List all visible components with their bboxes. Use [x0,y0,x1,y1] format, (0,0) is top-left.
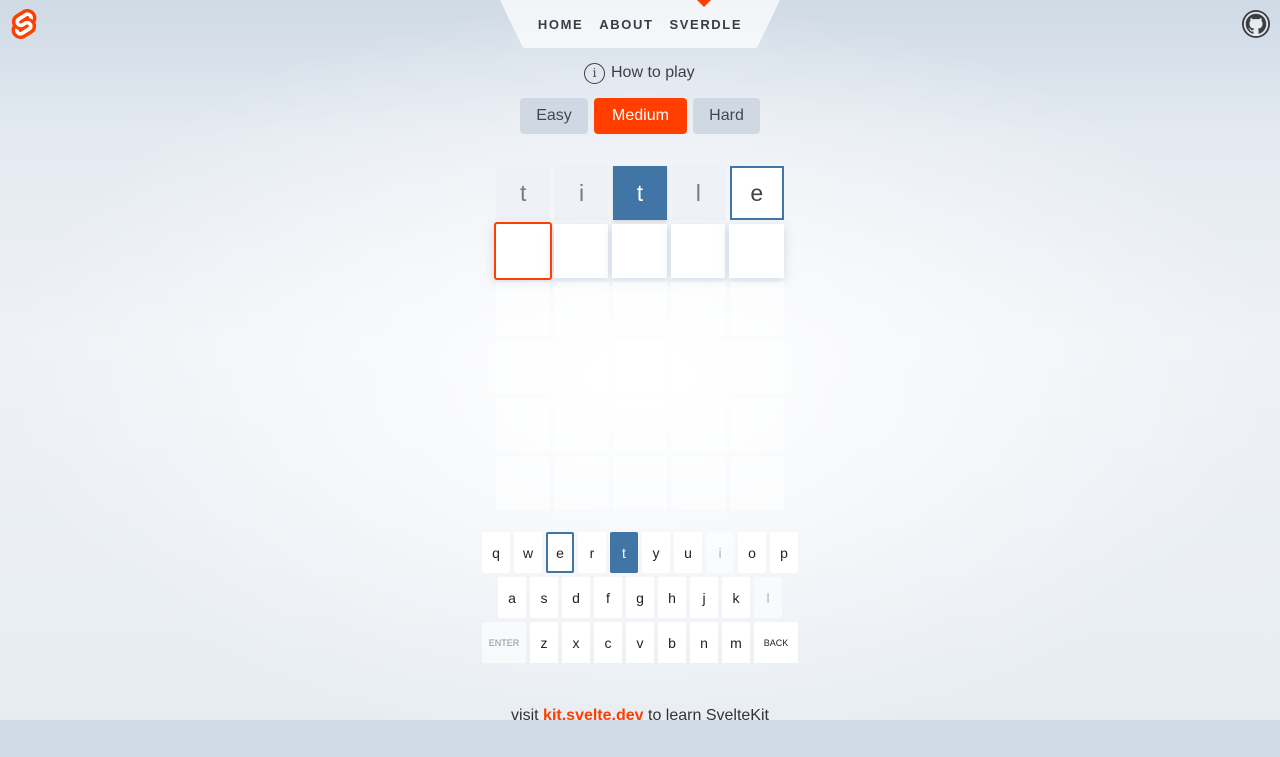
enter-key[interactable]: enter [482,622,526,663]
board-cell [496,282,551,336]
key-y[interactable]: y [642,532,670,573]
board-row-empty [496,456,784,510]
key-v[interactable]: v [626,622,654,663]
svelte-logo-icon[interactable] [10,9,38,39]
board-cell-selected[interactable] [494,222,552,280]
board-cell [612,282,668,336]
board-cell [729,398,784,452]
board-cell [612,456,668,510]
board-cell[interactable] [612,224,667,278]
key-n[interactable]: n [690,622,718,663]
key-b[interactable]: b [658,622,686,663]
key-s[interactable]: s [530,577,558,618]
nav-sverdle[interactable]: Sverdle [670,17,743,32]
sveltekit-link[interactable]: kit.svelte.dev [543,707,644,724]
board-cell [729,340,784,394]
key-z[interactable]: z [530,622,558,663]
key-x[interactable]: x [562,622,590,663]
board-cell [554,398,609,452]
board-cell [612,398,668,452]
key-k[interactable]: k [722,577,750,618]
keyboard-row-3: enter z x c v b n m back [0,622,1280,663]
key-a[interactable]: a [498,577,526,618]
board-row-guess: t i t l e [496,166,784,220]
key-l[interactable]: l [754,577,782,618]
key-q[interactable]: q [482,532,510,573]
board-cell [554,282,609,336]
key-j[interactable]: j [690,577,718,618]
key-p[interactable]: p [770,532,798,573]
game-board: t i t l e [494,166,784,514]
key-h[interactable]: h [658,577,686,618]
board-cell [671,282,726,336]
key-i[interactable]: i [706,532,734,573]
keyboard-row-1: qwertyuiop [0,532,1280,573]
board-row-empty [496,398,784,452]
key-d[interactable]: d [562,577,590,618]
key-t[interactable]: t [610,532,638,573]
how-to-play-label: How to play [611,64,695,81]
page-bottom-band [0,720,1280,757]
board-cell [729,456,784,510]
key-f[interactable]: f [594,577,622,618]
main-nav: Home About Sverdle [524,0,756,48]
board-cell [671,398,726,452]
board-cell: l [671,166,726,220]
github-icon[interactable] [1242,10,1270,38]
board-cell: i [554,166,609,220]
key-c[interactable]: c [594,622,622,663]
footer-suffix: to learn SvelteKit [648,707,769,724]
key-r[interactable]: r [578,532,606,573]
board-cell: t [496,166,551,220]
board-cell: e [729,166,784,220]
key-m[interactable]: m [722,622,750,663]
key-w[interactable]: w [514,532,542,573]
board-cell: t [612,166,668,220]
board-cell [554,456,609,510]
key-e[interactable]: e [546,532,574,573]
board-cell [612,340,668,394]
nav-home[interactable]: Home [538,17,583,32]
enter-key-label: enter [488,637,520,648]
board-cell [496,340,551,394]
difficulty-hard-button[interactable]: Hard [693,98,760,134]
difficulty-easy-button[interactable]: Easy [520,98,588,134]
board-cell [554,340,609,394]
board-cell [496,456,551,510]
board-cell[interactable] [729,224,784,278]
info-icon: i [584,62,605,84]
footer-prefix: visit [511,707,539,724]
board-cell[interactable] [554,224,609,278]
board-row-current [494,222,784,280]
how-to-play-link[interactable]: i How to play [584,62,695,84]
on-screen-keyboard: qwertyuiop asdfghjkl enter z x c v b n m back [0,532,1280,667]
board-cell [496,398,551,452]
key-u[interactable]: u [674,532,702,573]
key-o[interactable]: o [738,532,766,573]
footer: visit kit.svelte.dev to learn SvelteKit [0,707,1280,725]
backspace-key-label: back [763,637,789,648]
board-cell [671,456,726,510]
board-cell [671,340,726,394]
board-cell [729,282,784,336]
key-g[interactable]: g [626,577,654,618]
difficulty-medium-button[interactable]: Medium [594,98,687,134]
difficulty-selector: Easy Medium Hard [520,98,760,134]
board-row-empty [496,340,784,394]
nav-about[interactable]: About [599,17,653,32]
board-cell[interactable] [670,224,726,278]
backspace-key[interactable]: back [754,622,798,663]
keyboard-row-2: asdfghjkl [0,577,1280,618]
board-row-empty [496,282,784,336]
